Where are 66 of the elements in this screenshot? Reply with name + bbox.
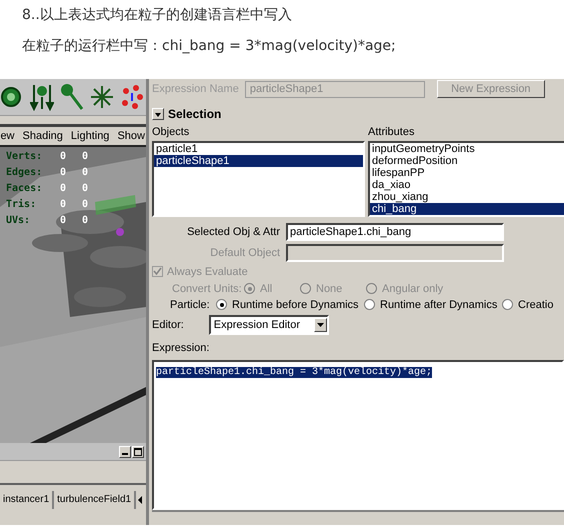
collapse-icon[interactable] — [152, 108, 164, 120]
radio-label: Angular only — [382, 282, 444, 294]
text-field[interactable]: particleShape1.chi_bang — [286, 222, 504, 240]
stat-value: 0 — [80, 167, 90, 178]
stat-value: 0 — [58, 151, 68, 162]
radio-button[interactable] — [216, 299, 227, 310]
radio-label: All — [260, 282, 272, 294]
radio-label: Runtime after Dynamics — [380, 298, 498, 310]
field-label: Editor: — [152, 319, 184, 331]
stat-value: 0 — [58, 199, 68, 210]
radio-button[interactable] — [502, 299, 513, 310]
list-item[interactable]: particle1 — [154, 143, 363, 155]
list-item[interactable]: chi_bang — [370, 203, 564, 215]
stat-value: 0 — [80, 151, 90, 162]
checkbox-label: Always Evaluate — [167, 266, 248, 278]
starburst-icon[interactable] — [90, 83, 114, 111]
cluster-icon[interactable] — [120, 83, 144, 111]
stat-label: Tris: — [6, 199, 38, 210]
stat-value: 0 — [58, 183, 68, 194]
checkmark-icon — [153, 267, 162, 276]
field-label: Particle: — [170, 298, 211, 310]
text-field[interactable] — [286, 244, 504, 262]
editor-dropdown[interactable]: Expression Editor — [208, 315, 329, 335]
list-item[interactable]: lifespanPP — [370, 167, 564, 179]
field-label: Expression Name — [152, 83, 239, 95]
list-item[interactable]: da_xiao — [370, 179, 564, 191]
radio-label: Runtime before Dynamics — [232, 298, 359, 310]
stat-label: Edges: — [6, 167, 44, 178]
radio-label: None — [316, 282, 342, 294]
dropdown-value: Expression Editor — [214, 319, 300, 331]
stat-label: UVs: — [6, 215, 32, 226]
field-label: Expression: — [152, 342, 210, 356]
expression-field[interactable]: particleShape1.chi_bang = 3*mag(velocity)*age; — [152, 360, 564, 510]
tab[interactable]: turbulenceField1 — [54, 491, 136, 509]
menu-item[interactable]: Shading — [22, 130, 63, 142]
paragraph: 8..以上表达式均在粒子的创建语言栏中写入 — [22, 6, 293, 24]
wand-icon[interactable] — [60, 83, 84, 111]
stat-value: 0 — [58, 167, 68, 178]
minimize-button[interactable] — [119, 446, 131, 458]
menu-item[interactable]: Lighting — [70, 130, 110, 142]
section-title: Selection — [168, 107, 222, 121]
list-label: Attributes — [368, 126, 416, 138]
expression-text: particleShape1.chi_bang = 3*mag(velocity)*age; — [156, 367, 432, 378]
list-item[interactable]: inputGeometryPoints — [370, 143, 564, 155]
stat-label: Faces: — [6, 183, 44, 194]
field-label: Selected Obj & Attr — [186, 226, 280, 238]
radio-button[interactable] — [364, 299, 375, 310]
field-label: Default Object — [209, 246, 280, 258]
maximize-icon — [134, 448, 142, 456]
stat-label: Verts: — [6, 151, 44, 162]
stat-value: 0 — [80, 199, 90, 210]
list-item[interactable]: particleShape1 — [154, 155, 363, 167]
stat-value: 0 — [58, 215, 68, 226]
list-item[interactable]: zhou_xiang — [370, 191, 564, 203]
stat-value: 0 — [80, 183, 90, 194]
down-arrows-icon[interactable] — [30, 83, 54, 111]
list-label: Objects — [152, 126, 190, 138]
stat-value: 0 — [80, 215, 90, 226]
maximize-button[interactable] — [132, 446, 144, 458]
field-label: Convert Units: — [172, 282, 243, 294]
minimize-icon — [122, 452, 128, 454]
radio-label: Creatio — [518, 298, 554, 310]
menu-item[interactable]: iew — [0, 130, 15, 142]
paragraph: 在粒子的运行栏中写：chi_bang = 3*mag(velocity)*age; — [22, 37, 397, 55]
menu-item[interactable]: Show — [117, 130, 145, 142]
list-item[interactable]: deformedPosition — [370, 155, 564, 167]
